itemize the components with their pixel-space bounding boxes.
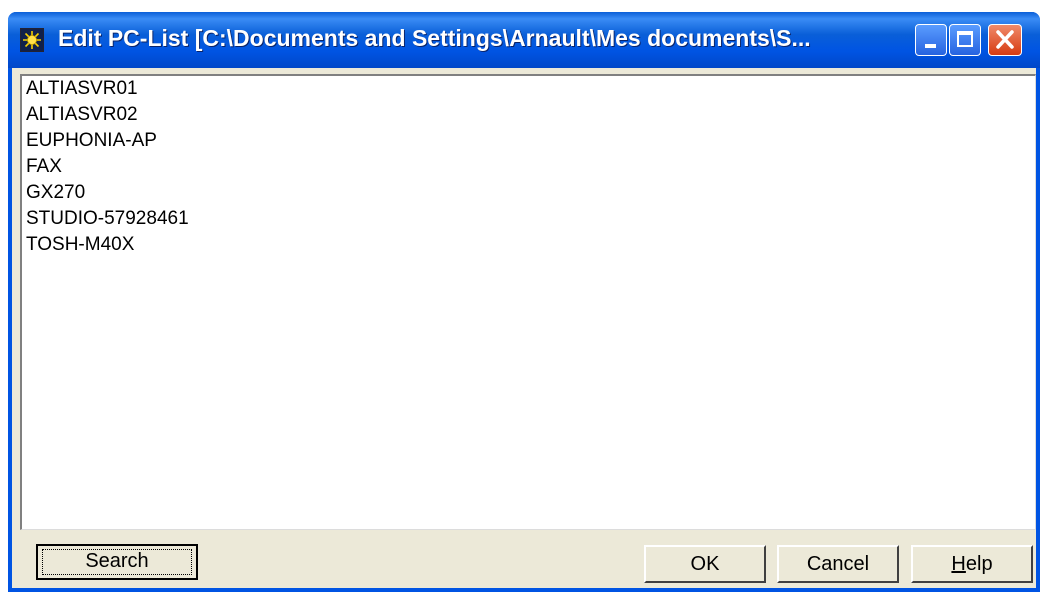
window-title: Edit PC-List [C:\Documents and Settings\…: [58, 25, 811, 51]
maximize-button[interactable]: [949, 24, 981, 56]
search-button[interactable]: Search: [36, 544, 198, 580]
pc-list-item[interactable]: STUDIO-57928461: [22, 206, 1035, 232]
cancel-button[interactable]: Cancel: [777, 545, 899, 583]
focus-rectangle: [42, 549, 192, 575]
ok-button-label: OK: [690, 553, 720, 575]
close-button[interactable]: [988, 24, 1022, 56]
help-mnemonic: H: [951, 553, 966, 575]
ok-button[interactable]: OK: [644, 545, 766, 583]
minimize-icon: [925, 44, 936, 48]
help-button[interactable]: Help: [911, 545, 1033, 583]
pc-list-item[interactable]: ALTIASVR02: [22, 102, 1035, 128]
minimize-button[interactable]: [915, 24, 947, 56]
sun-app-icon[interactable]: [20, 28, 44, 52]
help-button-label: elp: [965, 553, 993, 575]
pc-list-item[interactable]: GX270: [22, 180, 1035, 206]
pc-list-item[interactable]: ALTIASVR01: [22, 76, 1035, 102]
pc-list-item[interactable]: TOSH-M40X: [22, 232, 1035, 258]
pc-list-textarea[interactable]: ALTIASVR01 ALTIASVR02 EUPHONIA-AP FAX GX…: [20, 74, 1036, 530]
title-bar[interactable]: Edit PC-List [C:\Documents and Settings\…: [8, 12, 1040, 68]
close-icon: [996, 30, 1014, 49]
edit-pc-list-window: Edit PC-List [C:\Documents and Settings\…: [8, 12, 1040, 592]
cancel-button-label: Cancel: [806, 553, 870, 575]
pc-list-item[interactable]: FAX: [22, 154, 1035, 180]
pc-list-item[interactable]: EUPHONIA-AP: [22, 128, 1035, 154]
maximize-icon: [957, 31, 973, 47]
